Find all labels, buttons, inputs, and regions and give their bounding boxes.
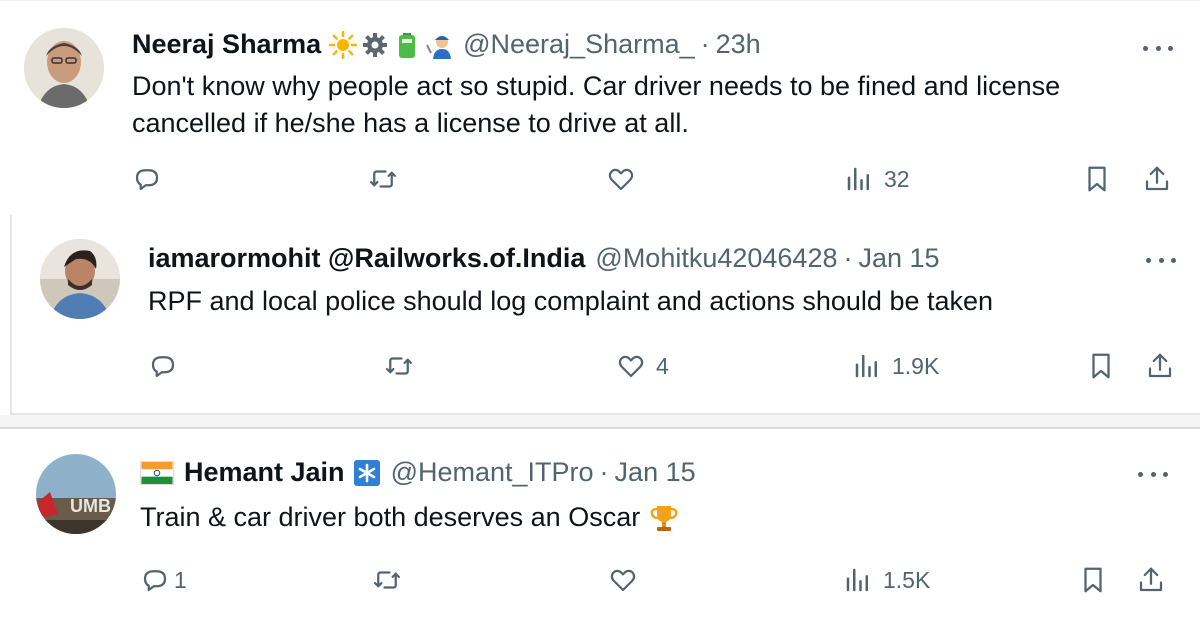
views-count: 32: [884, 165, 910, 192]
bookmark-button[interactable]: [1082, 164, 1112, 194]
retweet-button[interactable]: [372, 565, 412, 595]
tweet-text-row: Train & car driver both deserves an Osca…: [140, 499, 1140, 536]
more-options-icon[interactable]: [1146, 255, 1176, 265]
heart-icon: [608, 565, 638, 595]
battery-icon: [393, 31, 421, 59]
name-badges: [328, 30, 453, 59]
bookmark-icon: [1086, 351, 1116, 381]
action-bar: 32: [132, 164, 1182, 200]
mechanic-icon: [425, 31, 453, 59]
views-button[interactable]: 32: [844, 164, 910, 194]
bookmark-button[interactable]: [1078, 565, 1108, 595]
reply-icon: [140, 565, 170, 595]
display-name[interactable]: Hemant Jain: [184, 457, 345, 488]
tweet-hemant-jain[interactable]: UMB Hemant Jain @Hemant_ITPro · Jan 15 T…: [0, 429, 1200, 628]
share-icon: [1145, 351, 1175, 381]
more-options-icon[interactable]: [1143, 43, 1173, 53]
retweet-icon: [368, 164, 398, 194]
share-icon: [1142, 164, 1172, 194]
share-button[interactable]: [1145, 351, 1175, 381]
views-count: 1.5K: [883, 566, 931, 593]
tweet-iamarormohit[interactable]: iamarormohit @Railworks.of.India @Mohitk…: [0, 215, 1200, 415]
trophy-icon: [648, 502, 680, 534]
tweet-text: Don't know why people act so stupid. Car…: [132, 71, 1061, 138]
timestamp[interactable]: Jan 15: [615, 457, 696, 488]
verified-asterisk-icon: [353, 459, 381, 487]
more-options-icon[interactable]: [1138, 469, 1168, 479]
reply-button[interactable]: [148, 351, 188, 381]
like-button[interactable]: [608, 565, 648, 595]
heart-icon: [616, 351, 646, 381]
share-icon: [1136, 565, 1166, 595]
reply-icon: [148, 351, 178, 381]
tweet-text: RPF and local police should log complain…: [148, 286, 994, 316]
reply-button[interactable]: 1: [140, 565, 187, 595]
bookmark-button[interactable]: [1086, 351, 1116, 381]
bookmark-icon: [1082, 164, 1112, 194]
reply-icon: [132, 164, 162, 194]
feed-divider: [0, 415, 1200, 429]
bookmark-icon: [1078, 565, 1108, 595]
heart-icon: [606, 164, 636, 194]
views-count: 1.9K: [892, 352, 940, 379]
reply-count: 1: [174, 566, 187, 593]
separator-dot: ·: [599, 457, 609, 487]
like-button[interactable]: [606, 164, 646, 194]
avatar[interactable]: UMB: [36, 454, 116, 534]
views-chart-icon: [843, 565, 873, 595]
user-handle[interactable]: @Neeraj_Sharma_: [463, 29, 695, 60]
gear-icon: [361, 31, 389, 59]
tweet-neeraj-sharma[interactable]: Neeraj Sharma @Neeraj_Sharma_ · 23h Don'…: [0, 0, 1200, 215]
reply-button[interactable]: [132, 164, 172, 194]
display-name[interactable]: Neeraj Sharma: [132, 29, 321, 60]
separator-dot: ·: [700, 29, 710, 59]
display-name[interactable]: iamarormohit @Railworks.of.India: [148, 243, 585, 274]
timestamp[interactable]: 23h: [716, 29, 761, 60]
views-button[interactable]: 1.9K: [852, 351, 939, 381]
views-button[interactable]: 1.5K: [843, 565, 930, 595]
sun-icon: [328, 30, 358, 59]
avatar[interactable]: [24, 28, 104, 108]
svg-text:UMB: UMB: [70, 496, 111, 516]
user-handle[interactable]: @Mohitku42046428: [595, 243, 837, 274]
like-button[interactable]: 4: [616, 351, 669, 381]
user-handle[interactable]: @Hemant_ITPro: [391, 457, 594, 488]
retweet-icon: [372, 565, 402, 595]
name-badges: [353, 459, 381, 487]
avatar[interactable]: [40, 239, 120, 319]
retweet-button[interactable]: [368, 164, 408, 194]
share-button[interactable]: [1136, 565, 1166, 595]
india-flag-icon: [140, 460, 174, 485]
share-button[interactable]: [1142, 164, 1172, 194]
separator-dot: ·: [843, 243, 853, 273]
views-chart-icon: [844, 164, 874, 194]
timestamp[interactable]: Jan 15: [858, 243, 939, 274]
like-count: 4: [656, 352, 669, 379]
action-bar: 1 1.5K: [140, 565, 1180, 601]
retweet-button[interactable]: [384, 351, 424, 381]
retweet-icon: [384, 351, 414, 381]
views-chart-icon: [852, 351, 882, 381]
tweet-text: Train & car driver both deserves an Osca…: [140, 502, 641, 532]
action-bar: 4 1.9K: [148, 351, 1188, 387]
